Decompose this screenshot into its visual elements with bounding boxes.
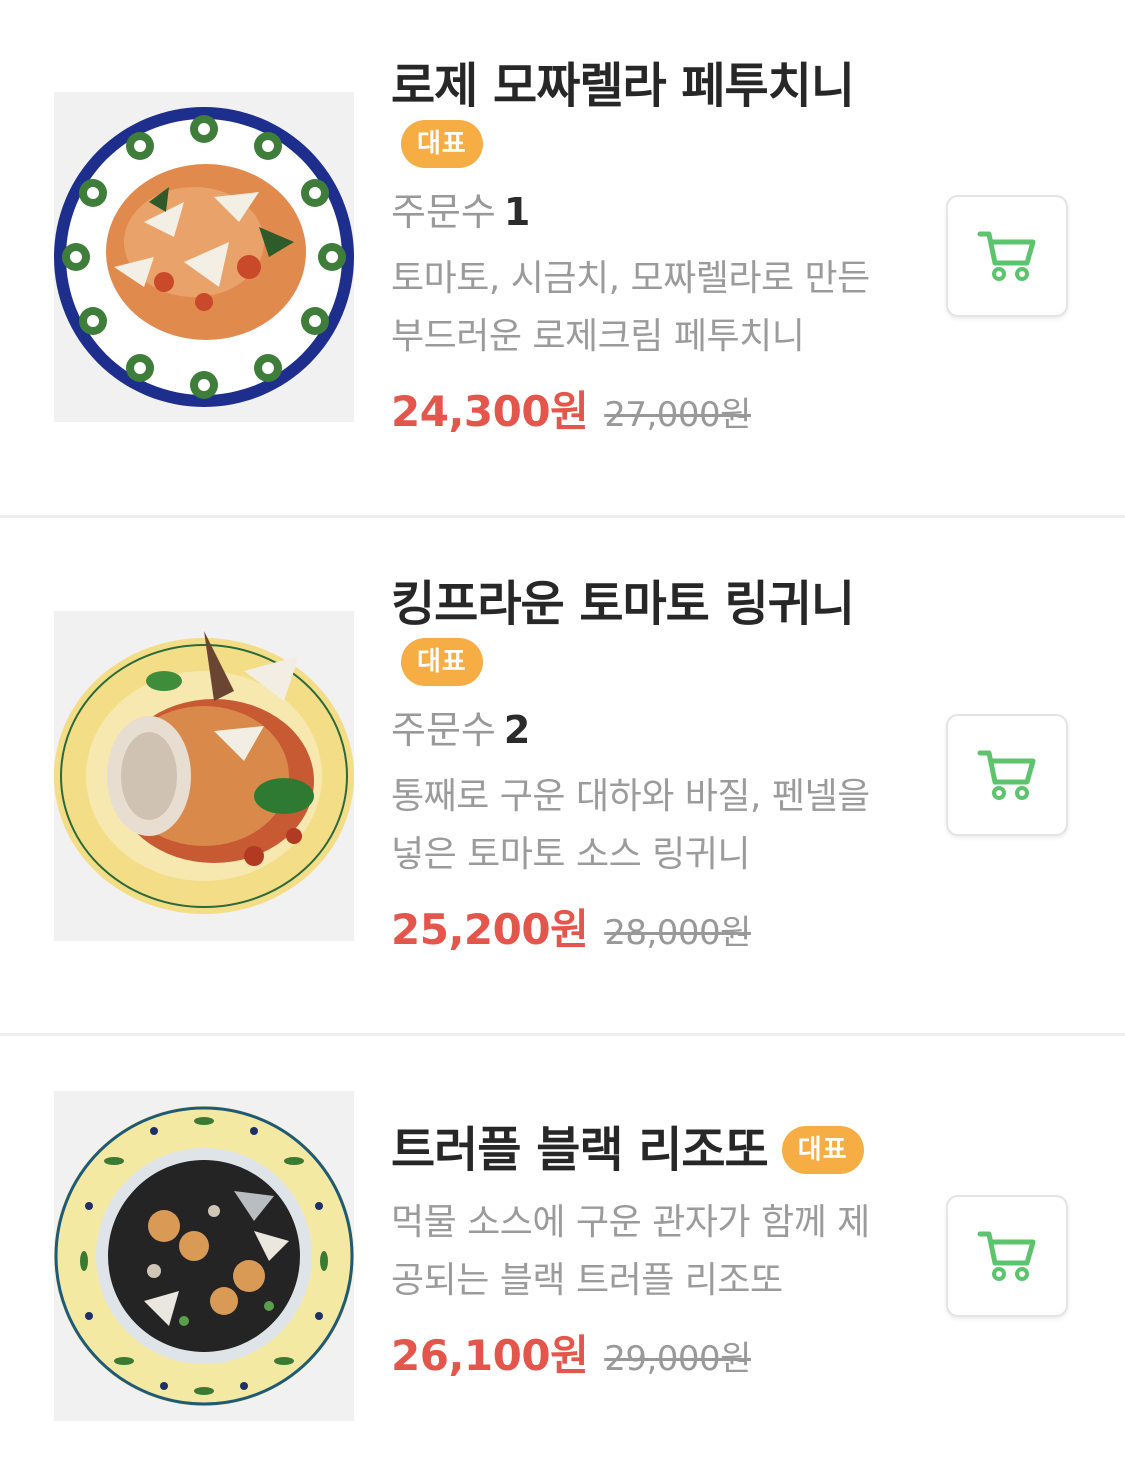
sale-price: 24,300원 <box>391 387 589 436</box>
order-count-value: 2 <box>503 708 531 752</box>
add-to-cart-button[interactable] <box>946 195 1068 317</box>
menu-item-description: 토마토, 시금치, 모짜렐라로 만든 부드러운 로제크림 페투치니 <box>391 258 870 357</box>
sale-price: 25,200원 <box>391 905 589 954</box>
menu-item-name: 트러플 블랙 리조또 <box>391 1122 769 1178</box>
signature-badge: 대표 <box>401 638 483 686</box>
menu-item-name: 킹프라운 토마토 링귀니 <box>391 576 855 632</box>
signature-badge: 대표 <box>401 120 483 168</box>
shopping-cart-icon <box>977 750 1036 800</box>
menu-item-description: 통째로 구운 대하와 바질, 펜넬을 넣은 토마토 소스 링귀니 <box>391 776 870 875</box>
rose-pasta-dish-photo <box>54 92 354 422</box>
add-to-cart-button[interactable] <box>946 714 1068 836</box>
original-price: 29,000원 <box>604 1339 751 1379</box>
add-to-cart-button[interactable] <box>946 1195 1068 1317</box>
shopping-cart-icon <box>977 231 1036 281</box>
black-risotto-dish-photo <box>54 1091 354 1421</box>
sale-price: 26,100원 <box>391 1331 589 1380</box>
prawn-linguine-dish-photo <box>54 611 354 941</box>
price-row: 24,300원 27,000원 <box>391 378 911 439</box>
order-count-label: 주문수 <box>391 708 496 752</box>
menu-item-description: 먹물 소스에 구운 관자가 함께 제공되는 블랙 트러플 리조또 <box>391 1202 870 1301</box>
price-row: 25,200원 28,000원 <box>391 896 911 957</box>
shopping-cart-icon <box>977 1231 1036 1281</box>
prawn-linguine-image[interactable] <box>54 611 354 941</box>
menu-item[interactable]: 트러플 블랙 리조또 대표 먹물 소스에 구운 관자가 함께 제공되는 블랙 트… <box>0 1036 1125 1474</box>
order-count: 주문수 2 <box>391 706 911 754</box>
order-count: 주문수 1 <box>391 188 911 236</box>
black-risotto-image[interactable] <box>54 1091 354 1421</box>
price-row: 26,100원 29,000원 <box>391 1322 911 1383</box>
original-price: 28,000원 <box>604 913 751 953</box>
menu-item-name: 로제 모짜렐라 페투치니 <box>391 58 855 114</box>
signature-badge: 대표 <box>781 1126 864 1174</box>
menu-list: 로제 모짜렐라 페투치니 대표 주문수 1 토마토, 시금치, 모짜렐라로 만든 … <box>0 0 1125 1474</box>
rose-pasta-image[interactable] <box>54 92 354 422</box>
menu-item[interactable]: 로제 모짜렐라 페투치니 대표 주문수 1 토마토, 시금치, 모짜렐라로 만든 … <box>0 0 1125 516</box>
menu-item[interactable]: 킹프라운 토마토 링귀니 대표 주문수 2 통째로 구운 대하와 바질, 펜넬을 … <box>0 518 1125 1034</box>
order-count-label: 주문수 <box>391 190 496 234</box>
order-count-value: 1 <box>503 190 531 234</box>
original-price: 27,000원 <box>604 395 751 435</box>
